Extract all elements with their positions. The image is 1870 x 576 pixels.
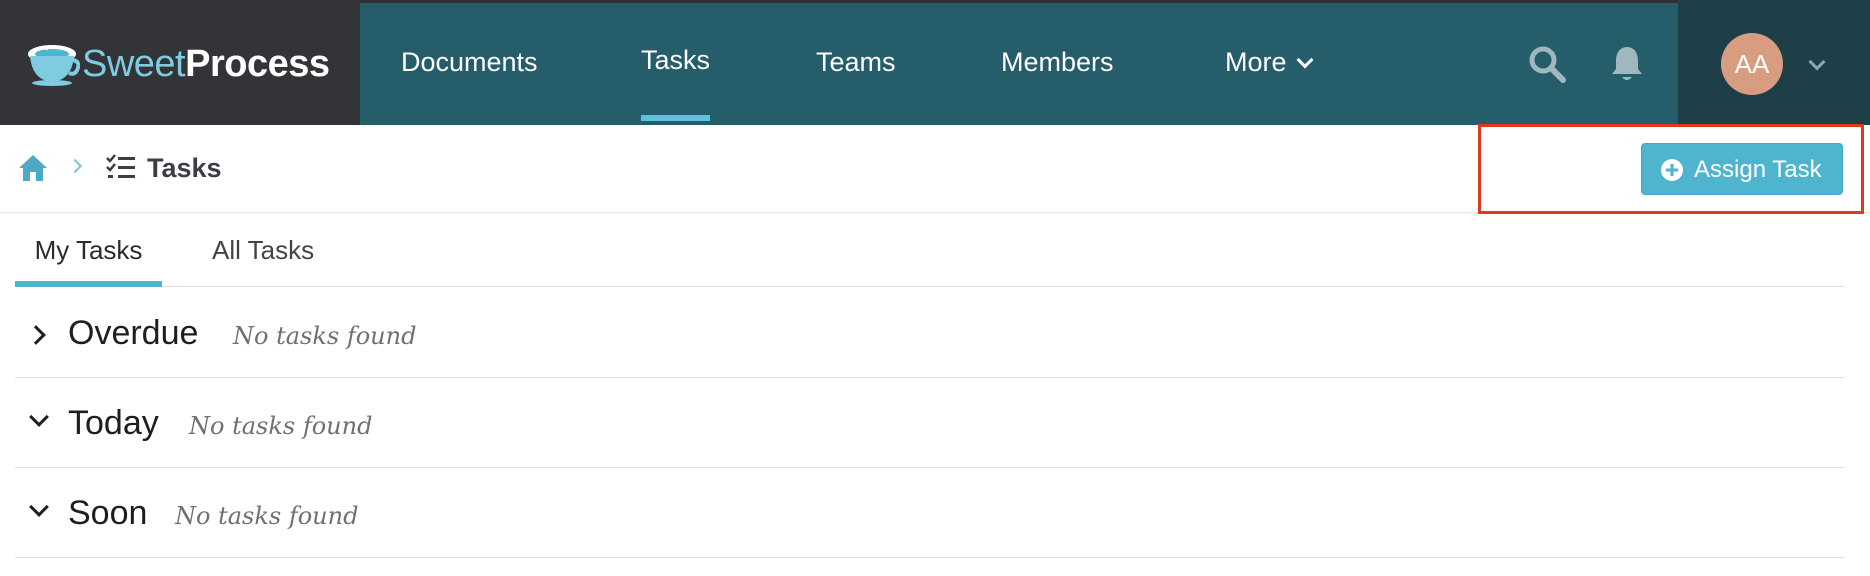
home-icon[interactable] — [17, 153, 49, 183]
avatar[interactable]: AA — [1721, 33, 1783, 95]
chevron-down-icon[interactable] — [29, 497, 49, 517]
section-today[interactable]: Today No tasks found — [15, 378, 1845, 468]
search-icon[interactable] — [1527, 44, 1567, 84]
logo[interactable]: SweetProcess — [0, 0, 360, 125]
coffee-cup-icon — [28, 45, 80, 86]
empty-message: No tasks found — [233, 322, 417, 350]
section-overdue[interactable]: Overdue No tasks found — [15, 288, 1845, 378]
logo-text: SweetProcess — [82, 42, 330, 86]
assign-task-label: Assign Task — [1694, 156, 1822, 183]
section-title: Soon — [68, 494, 148, 532]
chevron-down-icon — [1296, 51, 1314, 69]
empty-message: No tasks found — [189, 412, 373, 440]
section-title: Today — [68, 404, 159, 442]
top-navigation-bar: SweetProcess Documents Tasks Teams Membe… — [0, 0, 1870, 125]
nav-documents[interactable]: Documents — [401, 40, 538, 84]
plus-circle-icon — [1661, 159, 1683, 181]
logo-word-process: Process — [185, 43, 330, 85]
section-title: Overdue — [68, 314, 199, 352]
chevron-down-icon[interactable] — [29, 407, 49, 427]
task-tabs: My Tasks All Tasks — [15, 213, 1845, 287]
section-soon[interactable]: Soon No tasks found — [15, 468, 1845, 558]
checklist-icon — [106, 154, 135, 178]
nav-more[interactable]: More — [1225, 40, 1314, 84]
assign-task-button[interactable]: Assign Task — [1641, 143, 1843, 195]
empty-message: No tasks found — [175, 502, 359, 530]
bell-icon[interactable] — [1608, 44, 1646, 84]
page-title: Tasks — [147, 153, 222, 183]
nav-teams[interactable]: Teams — [816, 40, 896, 84]
chevron-right-icon[interactable] — [26, 325, 46, 345]
tab-all-tasks[interactable]: All Tasks — [212, 232, 314, 276]
chevron-down-icon[interactable] — [1808, 53, 1826, 71]
nav-tasks[interactable]: Tasks — [641, 38, 711, 121]
chevron-right-icon — [67, 158, 83, 174]
logo-word-sweet: Sweet — [82, 43, 186, 85]
user-menu[interactable]: AA — [1678, 0, 1870, 125]
nav-members[interactable]: Members — [1001, 40, 1114, 84]
tab-my-tasks[interactable]: My Tasks — [15, 232, 162, 287]
nav-more-label: More — [1225, 47, 1287, 77]
